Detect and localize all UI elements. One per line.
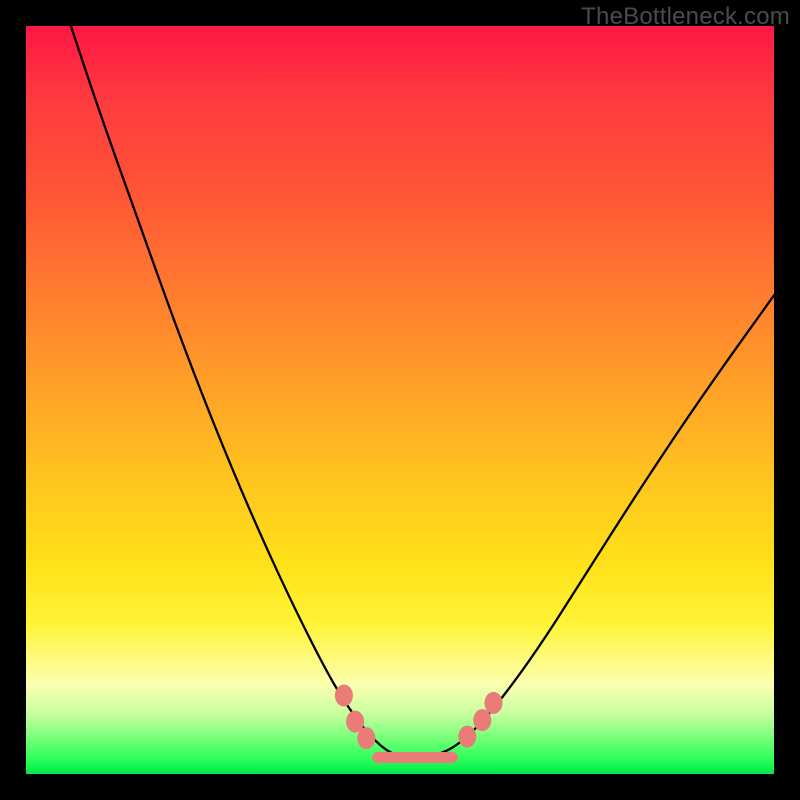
watermark-text: TheBottleneck.com [581,3,790,31]
curve-beads [335,685,503,750]
curve-layer [26,26,774,774]
bottleneck-curve [71,26,774,758]
chart-frame: TheBottleneck.com [0,0,800,800]
right-bead-lower [458,726,476,748]
plot-area [26,26,774,774]
left-bead-upper [335,685,353,707]
right-bead-upper [485,692,503,714]
left-bead-lower [357,727,375,749]
right-bead-mid [473,709,491,731]
